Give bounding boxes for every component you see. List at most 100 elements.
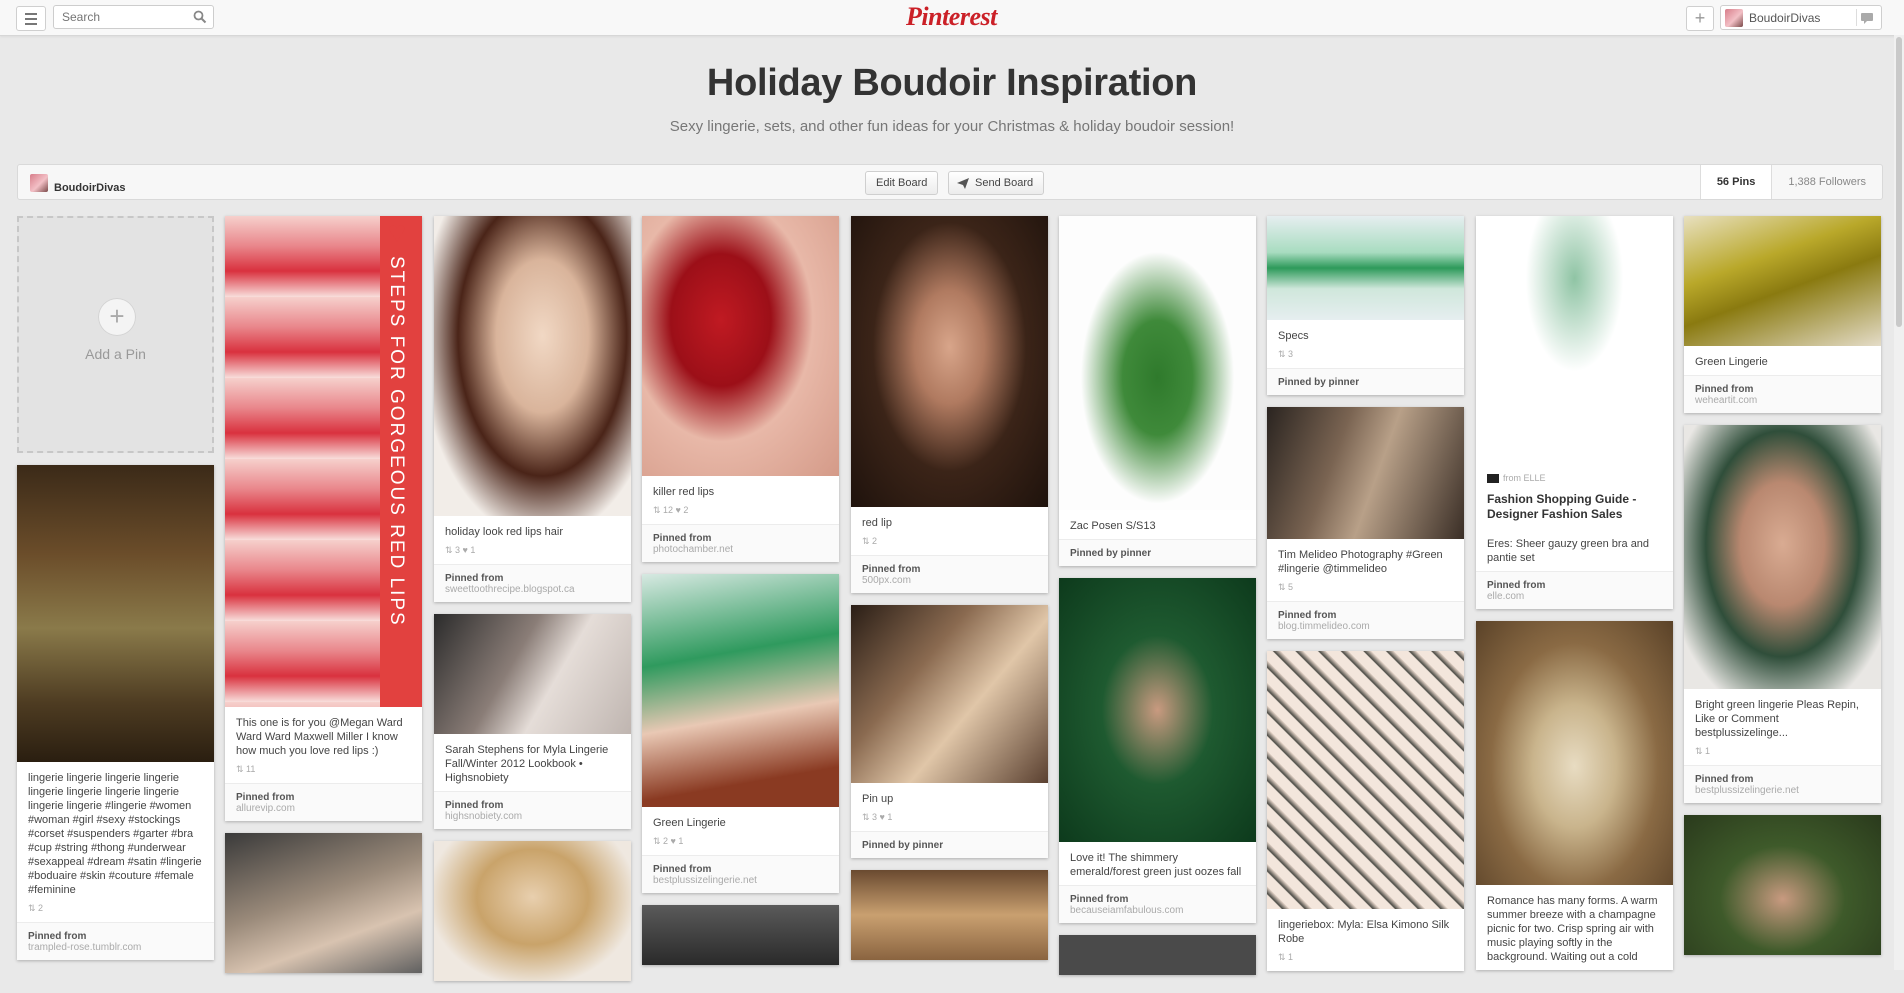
search-icon[interactable] — [193, 10, 207, 29]
pin-image[interactable] — [1684, 815, 1881, 955]
scrollbar-thumb[interactable] — [1896, 37, 1902, 327]
pinterest-logo[interactable]: Pinterest — [906, 2, 997, 32]
pin-card[interactable]: Green Lingerie Pinned from weheartit.com — [1684, 216, 1881, 413]
plus-icon: + — [1694, 8, 1706, 28]
pin-counts: ⇅ 2 — [862, 536, 878, 546]
pin-source[interactable]: Pinned from 500px.com — [851, 555, 1048, 593]
pin-image[interactable] — [851, 870, 1048, 960]
pin-card[interactable] — [434, 841, 631, 981]
pin-card[interactable]: killer red lips ⇅ 12 ♥ 2 Pinned from phot… — [642, 216, 839, 562]
add-pin-tile[interactable]: + Add a Pin — [17, 216, 214, 453]
board-description: Sexy lingerie, sets, and other fun ideas… — [669, 118, 1235, 135]
pin-source[interactable]: Pinned from allurevip.com — [225, 783, 422, 821]
pin-image[interactable] — [17, 465, 214, 762]
followers-count-tab[interactable]: 1,388 Followers — [1771, 165, 1882, 199]
pin-counts: ⇅ 2 — [28, 903, 44, 913]
pin-counts: ⇅ 11 — [236, 764, 256, 774]
pin-card[interactable]: Tim Melideo Photography #Green #lingerie… — [1267, 407, 1464, 639]
pin-source[interactable]: Pinned from weheartit.com — [1684, 375, 1881, 413]
pin-description: killer red lips — [653, 486, 715, 498]
user-menu-button[interactable]: BoudoirDivas — [1720, 5, 1882, 30]
pin-counts: ⇅ 3 ♥ 1 — [445, 545, 476, 555]
send-icon — [957, 178, 969, 189]
pin-card[interactable]: Specs ⇅ 3 Pinned by pinner — [1267, 216, 1464, 395]
pin-title[interactable]: Fashion Shopping Guide - Designer Fashio… — [1476, 483, 1673, 528]
pin-image[interactable] — [1059, 935, 1256, 975]
pin-card[interactable] — [851, 870, 1048, 960]
menu-button[interactable] — [16, 6, 46, 31]
pin-description: Romance has many forms. A warm summer br… — [1487, 895, 1658, 963]
pin-counts: ⇅ 2 ♥ 1 — [653, 836, 684, 846]
pin-counts: ⇅ 5 — [1278, 582, 1294, 592]
pin-column: from ELLE Fashion Shopping Guide - Desig… — [1476, 216, 1673, 982]
send-board-button[interactable]: Send Board — [948, 171, 1045, 195]
pin-source[interactable]: Pinned from highsnobiety.com — [434, 791, 631, 829]
add-button[interactable]: + — [1686, 6, 1714, 31]
pin-image[interactable] — [1684, 216, 1881, 346]
pin-image[interactable] — [225, 833, 422, 973]
pin-card[interactable] — [225, 833, 422, 973]
pin-source[interactable]: Pinned from bestplussizelingerie.net — [642, 855, 839, 893]
pin-column: Specs ⇅ 3 Pinned by pinner Tim Melideo P… — [1267, 216, 1464, 983]
pins-count-tab[interactable]: 56 Pins — [1699, 165, 1772, 199]
pin-source[interactable]: Pinned by pinner — [851, 831, 1048, 858]
pin-card[interactable]: lingeriebox: Myla: Elsa Kimono Silk Robe… — [1267, 651, 1464, 971]
pin-image[interactable] — [434, 841, 631, 981]
pin-image[interactable] — [1267, 407, 1464, 539]
pin-card[interactable] — [1059, 935, 1256, 975]
pin-card[interactable]: holiday look red lips hair ⇅ 3 ♥ 1 Pinne… — [434, 216, 631, 602]
pin-column: killer red lips ⇅ 12 ♥ 2 Pinned from phot… — [642, 216, 839, 977]
pin-image[interactable] — [851, 605, 1048, 783]
top-bar: Pinterest + BoudoirDivas — [0, 0, 1904, 36]
pin-image[interactable] — [1476, 216, 1673, 466]
pin-source[interactable]: Pinned from becauseiamfabulous.com — [1059, 885, 1256, 923]
owner-avatar[interactable] — [30, 174, 48, 192]
pin-image[interactable] — [434, 216, 631, 516]
pin-card[interactable]: red lip ⇅ 2 Pinned from 500px.com — [851, 216, 1048, 593]
pin-card[interactable]: Pin up ⇅ 3 ♥ 1 Pinned by pinner — [851, 605, 1048, 858]
pin-image[interactable] — [1267, 216, 1464, 320]
pin-card[interactable] — [642, 905, 839, 965]
pin-image[interactable] — [642, 574, 839, 807]
pin-card[interactable]: lingerie lingerie lingerie lingerie ling… — [17, 465, 214, 960]
pin-source[interactable]: Pinned from photochamber.net — [642, 524, 839, 562]
pin-image[interactable] — [642, 905, 839, 965]
pin-card[interactable]: Green Lingerie ⇅ 2 ♥ 1 Pinned from bestpl… — [642, 574, 839, 893]
search-input[interactable] — [54, 6, 200, 28]
pin-card[interactable]: Zac Posen S/S13 Pinned by pinner — [1059, 216, 1256, 566]
pin-image[interactable] — [1059, 578, 1256, 842]
pin-image[interactable] — [1059, 216, 1256, 510]
pin-image[interactable] — [1267, 651, 1464, 909]
pin-card[interactable]: Sarah Stephens for Myla Lingerie Fall/Wi… — [434, 614, 631, 829]
search-box[interactable] — [53, 5, 214, 29]
pin-card[interactable]: Romance has many forms. A warm summer br… — [1476, 621, 1673, 970]
pin-description: This one is for you @Megan Ward Ward War… — [236, 717, 403, 757]
pin-counts: ⇅ 1 — [1278, 952, 1294, 962]
pin-column: Zac Posen S/S13 Pinned by pinner Love it… — [1059, 216, 1256, 987]
pin-image[interactable] — [1684, 425, 1881, 689]
pin-source[interactable]: Pinned from elle.com — [1476, 571, 1673, 609]
board-owner-link[interactable]: BoudoirDivas — [54, 182, 126, 194]
pin-image[interactable] — [1476, 621, 1673, 885]
notifications-icon[interactable] — [1856, 9, 1877, 26]
pin-card[interactable]: Love it! The shimmery emerald/forest gre… — [1059, 578, 1256, 923]
pin-image[interactable] — [851, 216, 1048, 507]
pin-card[interactable] — [1684, 815, 1881, 955]
pin-source[interactable]: Pinned by pinner — [1059, 539, 1256, 566]
pin-description: Green Lingerie — [1695, 356, 1768, 368]
pin-source[interactable]: Pinned from trampled-rose.tumblr.com — [17, 922, 214, 960]
pin-source[interactable]: Pinned from bestplussizelingerie.net — [1684, 765, 1881, 803]
pin-image[interactable] — [642, 216, 839, 476]
page-scrollbar[interactable] — [1894, 35, 1904, 970]
edit-board-button[interactable]: Edit Board — [865, 171, 939, 195]
pin-image[interactable]: STEPS FOR GORGEOUS RED LIPS ♥ — [225, 216, 422, 707]
pin-source[interactable]: Pinned from blog.timmelideo.com — [1267, 601, 1464, 639]
pin-description: holiday look red lips hair — [445, 526, 564, 538]
pin-card[interactable]: STEPS FOR GORGEOUS RED LIPS ♥ This one i… — [225, 216, 422, 821]
pin-source[interactable]: Pinned from sweettoothrecipe.blogspot.ca — [434, 564, 631, 602]
pin-card[interactable]: Bright green lingerie Pleas Repin, Like … — [1684, 425, 1881, 803]
pin-overlay-text: STEPS FOR GORGEOUS RED LIPS — [386, 256, 407, 627]
pin-card[interactable]: from ELLE Fashion Shopping Guide - Desig… — [1476, 216, 1673, 609]
pin-image[interactable] — [434, 614, 631, 734]
pin-source[interactable]: Pinned by pinner — [1267, 368, 1464, 395]
